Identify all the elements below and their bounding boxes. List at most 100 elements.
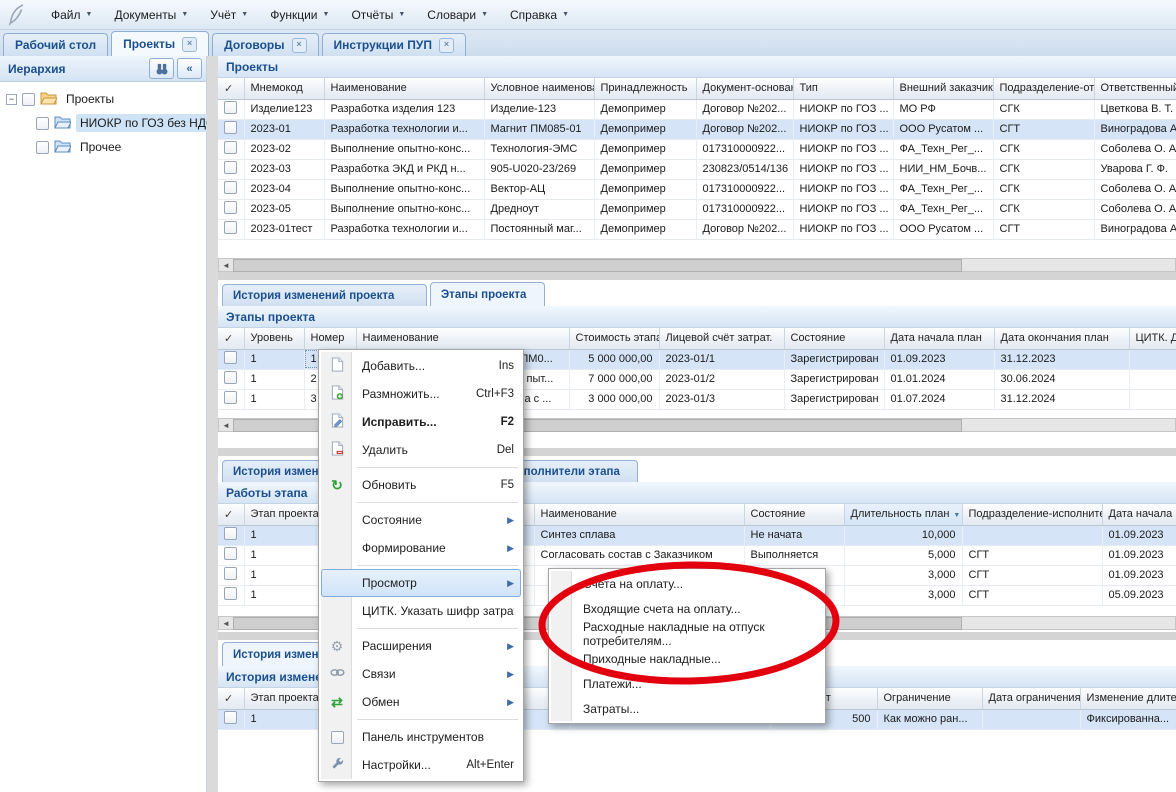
menu-item[interactable]: ⇄Обмен▶	[321, 688, 521, 716]
row-checkbox[interactable]	[224, 547, 237, 560]
tree-checkbox[interactable]	[22, 93, 35, 106]
row-checkbox[interactable]	[224, 161, 237, 174]
column-header[interactable]: Наименование	[324, 78, 484, 99]
column-header[interactable]: Длительность план▼	[844, 504, 962, 525]
row-checkbox[interactable]	[224, 567, 237, 580]
menubar-item-Функции[interactable]: Функции▼	[259, 4, 340, 26]
row-checkbox[interactable]	[224, 101, 237, 114]
scroll-thumb[interactable]	[233, 259, 962, 272]
search-button[interactable]	[149, 58, 174, 79]
menu-item[interactable]: Связи▶	[321, 660, 521, 688]
row-checkbox[interactable]	[224, 587, 237, 600]
row-checkbox[interactable]	[224, 221, 237, 234]
main-tab[interactable]: Договоры×	[212, 33, 318, 56]
column-header[interactable]: Дата ограничения	[982, 688, 1080, 709]
detail-tab[interactable]: Этапы проекта	[430, 282, 545, 306]
menu-item[interactable]: ЦИТК. Указать шифр затрат...	[321, 597, 521, 625]
select-all-header[interactable]: ✓	[218, 504, 244, 525]
column-header[interactable]: Наименование	[356, 328, 569, 349]
menu-item[interactable]: ⚙Расширения▶	[321, 632, 521, 660]
collapse-sidebar-button[interactable]: «	[177, 58, 202, 79]
scroll-left-icon[interactable]: ◄	[219, 421, 233, 430]
tree-checkbox[interactable]	[36, 141, 49, 154]
close-tab-icon[interactable]: ×	[292, 38, 307, 53]
table-row[interactable]: 2023-05Выполнение опытно-конс...Дредноут…	[218, 199, 1176, 219]
menu-item[interactable]: Просмотр▶	[321, 569, 521, 597]
menubar-item-Файл[interactable]: Файл▼	[40, 4, 103, 26]
row-checkbox[interactable]	[224, 181, 237, 194]
column-header[interactable]: Мнемокод	[244, 78, 324, 99]
column-header[interactable]: ЦИТК. Д	[1129, 328, 1176, 349]
column-header[interactable]: Стоимость этапа	[569, 328, 659, 349]
column-header[interactable]: Наименование	[534, 504, 744, 525]
submenu-item[interactable]: Приходные накладные...	[551, 646, 823, 671]
row-select-cell[interactable]	[218, 159, 244, 179]
column-header[interactable]: Подразделение-исполнитель..	[962, 504, 1102, 525]
column-header[interactable]: Дата начала план	[1102, 504, 1176, 525]
expand-icon[interactable]: −	[6, 94, 17, 105]
column-header[interactable]: Номер	[304, 328, 356, 349]
select-all-header[interactable]: ✓	[218, 328, 244, 349]
menu-item[interactable]: Панель инструментов	[321, 723, 521, 751]
column-header[interactable]: Уровень	[244, 328, 304, 349]
select-all-header[interactable]: ✓	[218, 688, 244, 709]
row-select-cell[interactable]	[218, 525, 244, 545]
table-row[interactable]: 2023-03Разработка ЭКД и РКД н...905-U020…	[218, 159, 1176, 179]
row-select-cell[interactable]	[218, 349, 244, 369]
menubar-item-Документы[interactable]: Документы▼	[103, 4, 199, 26]
menu-item[interactable]: Настройки...Alt+Enter	[321, 751, 521, 779]
scroll-left-icon[interactable]: ◄	[219, 261, 233, 270]
tree-node[interactable]: − Проекты	[0, 87, 206, 111]
menu-item[interactable]: Состояние▶	[321, 506, 521, 534]
detail-tab[interactable]: История изменений проекта	[222, 284, 427, 306]
menu-item[interactable]: ↻ОбновитьF5	[321, 471, 521, 499]
scroll-left-icon[interactable]: ◄	[219, 619, 233, 628]
row-checkbox[interactable]	[224, 711, 237, 724]
row-select-cell[interactable]	[218, 565, 244, 585]
column-header[interactable]: Дата окончания план	[994, 328, 1129, 349]
row-select-cell[interactable]	[218, 179, 244, 199]
row-select-cell[interactable]	[218, 99, 244, 119]
row-checkbox[interactable]	[224, 527, 237, 540]
main-tab[interactable]: Инструкции ПУП×	[322, 33, 466, 56]
row-checkbox[interactable]	[224, 351, 237, 364]
select-all-header[interactable]: ✓	[218, 78, 244, 99]
submenu-item[interactable]: Платежи...	[551, 671, 823, 696]
tree-node-label[interactable]: НИОКР по ГОЗ без НДС	[76, 114, 219, 132]
column-header[interactable]: Этап проекта	[244, 688, 322, 709]
menubar-item-Справка[interactable]: Справка▼	[499, 4, 580, 26]
column-header[interactable]: Лицевой счёт затрат.	[659, 328, 784, 349]
column-header[interactable]: Изменение длительности	[1080, 688, 1176, 709]
main-tab[interactable]: Рабочий стол	[3, 33, 108, 56]
main-tab[interactable]: Проекты×	[111, 31, 209, 56]
table-row[interactable]: 2023-04Выполнение опытно-конс...Вектор-А…	[218, 179, 1176, 199]
table-row[interactable]: Изделие123Разработка изделия 123Изделие-…	[218, 99, 1176, 119]
column-header[interactable]: Состояние	[744, 504, 844, 525]
submenu-item[interactable]: Входящие счета на оплату...	[551, 596, 823, 621]
close-tab-icon[interactable]: ×	[182, 37, 197, 52]
row-select-cell[interactable]	[218, 199, 244, 219]
menubar-item-Учёт[interactable]: Учёт▼	[199, 4, 259, 26]
submenu-item[interactable]: Затраты...	[551, 696, 823, 721]
menu-item[interactable]: Добавить...Ins	[321, 352, 521, 380]
row-checkbox[interactable]	[224, 371, 237, 384]
column-header[interactable]: Ограничение	[877, 688, 982, 709]
tree-node[interactable]: НИОКР по ГОЗ без НДС	[0, 111, 206, 135]
row-select-cell[interactable]	[218, 585, 244, 605]
menu-item[interactable]: УдалитьDel	[321, 436, 521, 464]
menubar-item-Словари[interactable]: Словари▼	[416, 4, 499, 26]
menu-item[interactable]: Размножить...Ctrl+F3	[321, 380, 521, 408]
row-select-cell[interactable]	[218, 219, 244, 239]
menubar-item-Отчёты[interactable]: Отчёты▼	[340, 4, 416, 26]
row-select-cell[interactable]	[218, 545, 244, 565]
submenu-item[interactable]: Счета на оплату...	[551, 571, 823, 596]
row-select-cell[interactable]	[218, 119, 244, 139]
menu-item[interactable]: Исправить...F2	[321, 408, 521, 436]
column-header[interactable]: Подразделение-от	[993, 78, 1094, 99]
table-row[interactable]: 2023-01тестРазработка технологии и...Пос…	[218, 219, 1176, 239]
row-checkbox[interactable]	[224, 391, 237, 404]
column-header[interactable]: Условное наименова	[484, 78, 594, 99]
submenu-item[interactable]: Расходные накладные на отпуск потребител…	[551, 621, 823, 646]
tree-node-label[interactable]: Проекты	[62, 90, 118, 108]
tree-node[interactable]: Прочее	[0, 135, 206, 159]
